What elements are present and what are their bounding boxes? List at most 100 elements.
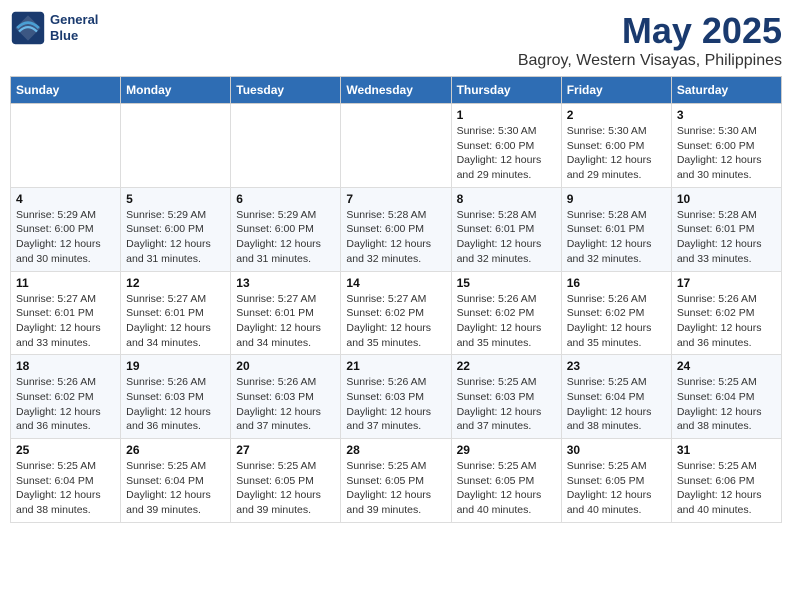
calendar-cell: 29Sunrise: 5:25 AM Sunset: 6:05 PM Dayli…	[451, 439, 561, 523]
day-info: Sunrise: 5:25 AM Sunset: 6:05 PM Dayligh…	[346, 459, 445, 518]
header-cell-sunday: Sunday	[11, 77, 121, 104]
day-info: Sunrise: 5:25 AM Sunset: 6:06 PM Dayligh…	[677, 459, 776, 518]
calendar-cell	[341, 104, 451, 188]
day-info: Sunrise: 5:29 AM Sunset: 6:00 PM Dayligh…	[16, 208, 115, 267]
calendar-cell: 19 Sunrise: 5:26 AM Sunset: 6:03 PM Dayli…	[121, 355, 231, 439]
day-info: Sunrise: 5:25 AM Sunset: 6:04 PM Dayligh…	[677, 375, 776, 434]
calendar-cell: 6 Sunrise: 5:29 AM Sunset: 6:00 PM Daylig…	[231, 187, 341, 271]
day-number: 21	[346, 359, 445, 373]
day-info: Sunrise: 5:26 AM Sunset: 6:02 PM Dayligh…	[677, 292, 776, 351]
day-number: 9	[567, 192, 666, 206]
calendar-cell: 23 Sunrise: 5:25 AM Sunset: 6:04 PM Dayli…	[561, 355, 671, 439]
calendar-cell: 22 Sunrise: 5:25 AM Sunset: 6:03 PM Dayli…	[451, 355, 561, 439]
logo-icon	[10, 10, 46, 46]
day-number: 25	[16, 443, 115, 457]
header-cell-friday: Friday	[561, 77, 671, 104]
calendar-cell: 15 Sunrise: 5:26 AM Sunset: 6:02 PM Dayli…	[451, 271, 561, 355]
day-info: Sunrise: 5:29 AM Sunset: 6:00 PM Dayligh…	[236, 208, 335, 267]
calendar-cell: 5 Sunrise: 5:29 AM Sunset: 6:00 PM Daylig…	[121, 187, 231, 271]
day-info: Sunrise: 5:26 AM Sunset: 6:02 PM Dayligh…	[457, 292, 556, 351]
day-info: Sunrise: 5:25 AM Sunset: 6:03 PM Dayligh…	[457, 375, 556, 434]
day-number: 22	[457, 359, 556, 373]
day-number: 5	[126, 192, 225, 206]
day-info: Sunrise: 5:26 AM Sunset: 6:03 PM Dayligh…	[346, 375, 445, 434]
calendar-cell: 25 Sunrise: 5:25 AM Sunset: 6:04 PM Dayli…	[11, 439, 121, 523]
day-number: 6	[236, 192, 335, 206]
calendar-body: 1Sunrise: 5:30 AM Sunset: 6:00 PM Daylig…	[11, 104, 782, 523]
calendar-cell: 18Sunrise: 5:26 AM Sunset: 6:02 PM Dayli…	[11, 355, 121, 439]
day-number: 23	[567, 359, 666, 373]
header-cell-tuesday: Tuesday	[231, 77, 341, 104]
day-number: 15	[457, 276, 556, 290]
calendar-header: SundayMondayTuesdayWednesdayThursdayFrid…	[11, 77, 782, 104]
calendar-cell: 13 Sunrise: 5:27 AM Sunset: 6:01 PM Dayli…	[231, 271, 341, 355]
calendar-cell: 8 Sunrise: 5:28 AM Sunset: 6:01 PM Daylig…	[451, 187, 561, 271]
calendar-cell: 21 Sunrise: 5:26 AM Sunset: 6:03 PM Dayli…	[341, 355, 451, 439]
calendar-cell: 1Sunrise: 5:30 AM Sunset: 6:00 PM Daylig…	[451, 104, 561, 188]
day-number: 14	[346, 276, 445, 290]
day-number: 11	[16, 276, 115, 290]
calendar-cell: 20 Sunrise: 5:26 AM Sunset: 6:03 PM Dayli…	[231, 355, 341, 439]
calendar-cell: 4 Sunrise: 5:29 AM Sunset: 6:00 PM Daylig…	[11, 187, 121, 271]
day-number: 30	[567, 443, 666, 457]
header-row: SundayMondayTuesdayWednesdayThursdayFrid…	[11, 77, 782, 104]
day-number: 3	[677, 108, 776, 122]
day-number: 24	[677, 359, 776, 373]
calendar-cell: 14Sunrise: 5:27 AM Sunset: 6:02 PM Dayli…	[341, 271, 451, 355]
calendar-cell: 27Sunrise: 5:25 AM Sunset: 6:05 PM Dayli…	[231, 439, 341, 523]
calendar-cell: 10 Sunrise: 5:28 AM Sunset: 6:01 PM Dayli…	[671, 187, 781, 271]
calendar-cell: 3 Sunrise: 5:30 AM Sunset: 6:00 PM Daylig…	[671, 104, 781, 188]
header-cell-saturday: Saturday	[671, 77, 781, 104]
day-number: 4	[16, 192, 115, 206]
day-number: 8	[457, 192, 556, 206]
calendar-cell	[11, 104, 121, 188]
header: General Blue May 2025 Bagroy, Western Vi…	[10, 10, 782, 70]
subtitle: Bagroy, Western Visayas, Philippines	[518, 52, 782, 70]
day-info: Sunrise: 5:27 AM Sunset: 6:01 PM Dayligh…	[236, 292, 335, 351]
day-number: 12	[126, 276, 225, 290]
day-info: Sunrise: 5:26 AM Sunset: 6:03 PM Dayligh…	[236, 375, 335, 434]
title-area: May 2025 Bagroy, Western Visayas, Philip…	[518, 10, 782, 70]
day-number: 19	[126, 359, 225, 373]
day-info: Sunrise: 5:28 AM Sunset: 6:01 PM Dayligh…	[567, 208, 666, 267]
calendar-cell	[121, 104, 231, 188]
calendar-cell: 17 Sunrise: 5:26 AM Sunset: 6:02 PM Dayli…	[671, 271, 781, 355]
header-cell-thursday: Thursday	[451, 77, 561, 104]
day-number: 20	[236, 359, 335, 373]
calendar-cell: 31Sunrise: 5:25 AM Sunset: 6:06 PM Dayli…	[671, 439, 781, 523]
week-row-5: 25 Sunrise: 5:25 AM Sunset: 6:04 PM Dayli…	[11, 439, 782, 523]
day-info: Sunrise: 5:25 AM Sunset: 6:04 PM Dayligh…	[126, 459, 225, 518]
main-title: May 2025	[518, 10, 782, 52]
day-info: Sunrise: 5:25 AM Sunset: 6:05 PM Dayligh…	[567, 459, 666, 518]
day-number: 29	[457, 443, 556, 457]
week-row-4: 18Sunrise: 5:26 AM Sunset: 6:02 PM Dayli…	[11, 355, 782, 439]
calendar-cell: 30 Sunrise: 5:25 AM Sunset: 6:05 PM Dayli…	[561, 439, 671, 523]
calendar-cell: 7Sunrise: 5:28 AM Sunset: 6:00 PM Daylig…	[341, 187, 451, 271]
week-row-1: 1Sunrise: 5:30 AM Sunset: 6:00 PM Daylig…	[11, 104, 782, 188]
day-info: Sunrise: 5:26 AM Sunset: 6:02 PM Dayligh…	[567, 292, 666, 351]
calendar-cell: 28 Sunrise: 5:25 AM Sunset: 6:05 PM Dayli…	[341, 439, 451, 523]
day-info: Sunrise: 5:29 AM Sunset: 6:00 PM Dayligh…	[126, 208, 225, 267]
week-row-2: 4 Sunrise: 5:29 AM Sunset: 6:00 PM Daylig…	[11, 187, 782, 271]
day-number: 13	[236, 276, 335, 290]
day-info: Sunrise: 5:27 AM Sunset: 6:01 PM Dayligh…	[126, 292, 225, 351]
day-number: 17	[677, 276, 776, 290]
day-number: 18	[16, 359, 115, 373]
day-info: Sunrise: 5:25 AM Sunset: 6:04 PM Dayligh…	[567, 375, 666, 434]
day-info: Sunrise: 5:30 AM Sunset: 6:00 PM Dayligh…	[677, 124, 776, 183]
day-number: 2	[567, 108, 666, 122]
day-number: 7	[346, 192, 445, 206]
day-info: Sunrise: 5:28 AM Sunset: 6:01 PM Dayligh…	[457, 208, 556, 267]
calendar-cell: 26 Sunrise: 5:25 AM Sunset: 6:04 PM Dayli…	[121, 439, 231, 523]
day-number: 26	[126, 443, 225, 457]
calendar-cell: 12 Sunrise: 5:27 AM Sunset: 6:01 PM Dayli…	[121, 271, 231, 355]
day-number: 28	[346, 443, 445, 457]
calendar-cell: 11Sunrise: 5:27 AM Sunset: 6:01 PM Dayli…	[11, 271, 121, 355]
week-row-3: 11 Sunrise: 5:27 AM Sunset: 6:01 PM Dayli…	[11, 271, 782, 355]
day-info: Sunrise: 5:25 AM Sunset: 6:04 PM Dayligh…	[16, 459, 115, 518]
day-number: 10	[677, 192, 776, 206]
calendar-cell: 16Sunrise: 5:26 AM Sunset: 6:02 PM Dayli…	[561, 271, 671, 355]
day-info: Sunrise: 5:26 AM Sunset: 6:03 PM Dayligh…	[126, 375, 225, 434]
logo-line2: Blue	[50, 28, 98, 44]
day-info: Sunrise: 5:28 AM Sunset: 6:01 PM Dayligh…	[677, 208, 776, 267]
